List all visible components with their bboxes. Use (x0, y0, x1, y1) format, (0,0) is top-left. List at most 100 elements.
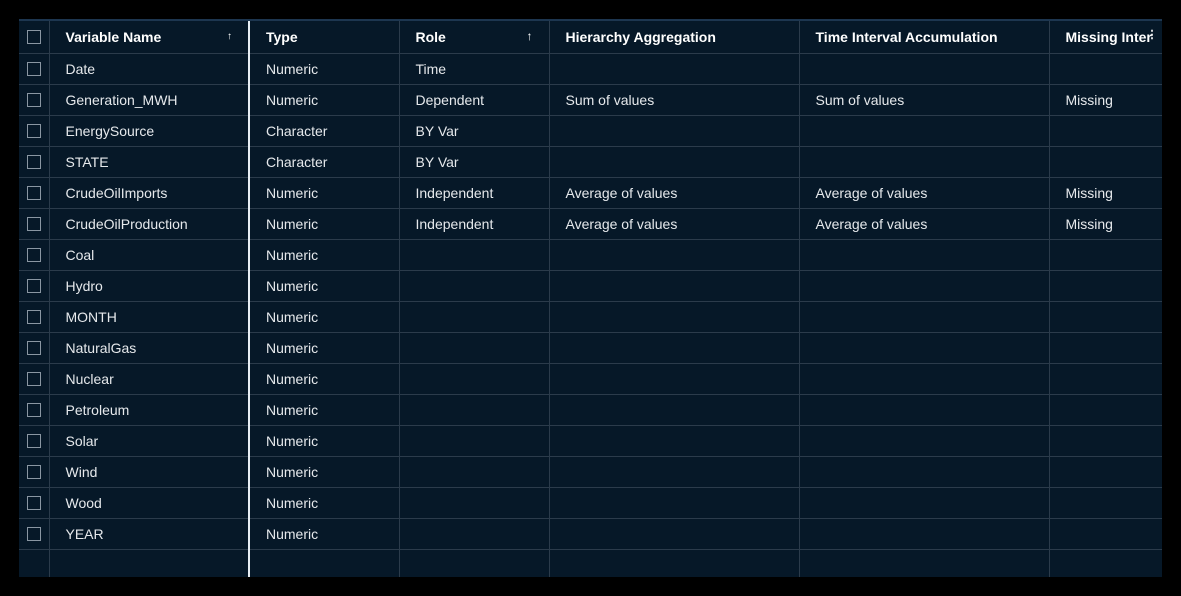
cell-name[interactable]: Solar (49, 425, 250, 457)
cell-missing[interactable] (1049, 270, 1162, 302)
checkbox-box[interactable] (26, 29, 41, 44)
cell-type[interactable]: Numeric (249, 363, 400, 395)
cell-hierarchy[interactable]: Sum of values (549, 84, 800, 116)
cell-type[interactable]: Numeric (249, 208, 400, 240)
cell-type[interactable]: Numeric (249, 332, 400, 364)
row-checkbox[interactable] (19, 146, 50, 178)
cell-time[interactable] (799, 115, 1050, 147)
cell-missing[interactable] (1049, 425, 1162, 457)
row-checkbox[interactable] (19, 239, 50, 271)
cell-missing[interactable] (1049, 115, 1162, 147)
cell-time[interactable] (799, 487, 1050, 519)
cell-role[interactable] (399, 487, 550, 519)
cell-hierarchy[interactable]: Average of values (549, 208, 800, 240)
cell-time[interactable] (799, 270, 1050, 302)
cell-role[interactable] (399, 301, 550, 333)
cell-time[interactable]: Average of values (799, 208, 1050, 240)
checkbox-box[interactable] (26, 61, 41, 76)
cell-type[interactable]: Numeric (249, 456, 400, 488)
row-checkbox[interactable] (19, 518, 50, 550)
cell-missing[interactable] (1049, 332, 1162, 364)
row-checkbox[interactable] (19, 208, 50, 240)
cell-hierarchy[interactable] (549, 363, 800, 395)
row-checkbox[interactable] (19, 363, 50, 395)
cell-name[interactable]: EnergySource (49, 115, 250, 147)
cell-role[interactable]: BY Var (399, 115, 550, 147)
cell-missing[interactable] (1049, 487, 1162, 519)
checkbox-box[interactable] (26, 123, 41, 138)
cell-time[interactable]: Average of values (799, 177, 1050, 209)
cell-type[interactable]: Numeric (249, 239, 400, 271)
cell-type[interactable]: Numeric (249, 487, 400, 519)
cell-hierarchy[interactable] (549, 394, 800, 426)
table-row[interactable]: Wood Numeric (19, 487, 1162, 519)
cell-hierarchy[interactable]: Average of values (549, 177, 800, 209)
checkbox-box[interactable] (26, 92, 41, 107)
cell-type[interactable]: Numeric (249, 301, 400, 333)
table-row[interactable]: STATE Character BY Var (19, 146, 1162, 178)
select-all-checkbox[interactable] (19, 21, 50, 54)
cell-missing[interactable]: Missing (1049, 84, 1162, 116)
cell-role[interactable] (399, 394, 550, 426)
checkbox-box[interactable] (26, 154, 41, 169)
cell-hierarchy[interactable] (549, 239, 800, 271)
column-header-role[interactable]: Role ↑ (399, 21, 550, 54)
cell-role[interactable]: Dependent (399, 84, 550, 116)
cell-type[interactable]: Character (249, 146, 400, 178)
cell-type[interactable]: Character (249, 115, 400, 147)
cell-name[interactable]: YEAR (49, 518, 250, 550)
table-row[interactable]: CrudeOilProduction Numeric Independent Aver… (19, 208, 1162, 240)
cell-missing[interactable] (1049, 518, 1162, 550)
checkbox-box[interactable] (26, 340, 41, 355)
checkbox-box[interactable] (26, 185, 41, 200)
checkbox-box[interactable] (26, 464, 41, 479)
row-checkbox[interactable] (19, 53, 50, 85)
cell-role[interactable]: Time (399, 53, 550, 85)
table-row[interactable]: Generation_MWH Numeric Dependent Sum of val… (19, 84, 1162, 116)
table-row[interactable]: CrudeOilImports Numeric Independent Average… (19, 177, 1162, 209)
row-checkbox[interactable] (19, 332, 50, 364)
cell-missing[interactable] (1049, 363, 1162, 395)
column-header-missing-interpretation[interactable]: Missing Inter ⋮ (1049, 21, 1162, 54)
cell-hierarchy[interactable] (549, 332, 800, 364)
cell-role[interactable] (399, 456, 550, 488)
table-row[interactable]: Hydro Numeric (19, 270, 1162, 302)
checkbox-box[interactable] (26, 526, 41, 541)
table-row[interactable]: NaturalGas Numeric (19, 332, 1162, 364)
cell-name[interactable]: Petroleum (49, 394, 250, 426)
cell-time[interactable] (799, 456, 1050, 488)
checkbox-box[interactable] (26, 309, 41, 324)
table-row[interactable]: Nuclear Numeric (19, 363, 1162, 395)
cell-missing[interactable] (1049, 146, 1162, 178)
cell-type[interactable]: Numeric (249, 53, 400, 85)
column-menu-icon[interactable]: ⋮ (1147, 28, 1158, 41)
cell-name[interactable]: CrudeOilProduction (49, 208, 250, 240)
cell-hierarchy[interactable] (549, 270, 800, 302)
cell-hierarchy[interactable] (549, 425, 800, 457)
cell-time[interactable] (799, 425, 1050, 457)
column-header-variable-name[interactable]: Variable Name ↑ (49, 21, 250, 54)
column-header-hierarchy-aggregation[interactable]: Hierarchy Aggregation (549, 21, 800, 54)
table-row[interactable]: YEAR Numeric (19, 518, 1162, 550)
cell-role[interactable] (399, 239, 550, 271)
cell-hierarchy[interactable] (549, 518, 800, 550)
cell-role[interactable] (399, 332, 550, 364)
cell-time[interactable] (799, 394, 1050, 426)
cell-missing[interactable]: Missing (1049, 177, 1162, 209)
cell-missing[interactable] (1049, 456, 1162, 488)
checkbox-box[interactable] (26, 371, 41, 386)
sort-ascending-icon[interactable]: ↑ (227, 31, 232, 42)
cell-missing[interactable]: Missing (1049, 208, 1162, 240)
cell-type[interactable]: Numeric (249, 394, 400, 426)
cell-name[interactable]: Nuclear (49, 363, 250, 395)
cell-name[interactable]: Coal (49, 239, 250, 271)
cell-type[interactable]: Numeric (249, 84, 400, 116)
row-checkbox[interactable] (19, 301, 50, 333)
cell-name[interactable]: Generation_MWH (49, 84, 250, 116)
cell-type[interactable]: Numeric (249, 518, 400, 550)
row-checkbox[interactable] (19, 487, 50, 519)
cell-hierarchy[interactable] (549, 487, 800, 519)
cell-name[interactable]: CrudeOilImports (49, 177, 250, 209)
cell-hierarchy[interactable] (549, 301, 800, 333)
row-checkbox[interactable] (19, 177, 50, 209)
